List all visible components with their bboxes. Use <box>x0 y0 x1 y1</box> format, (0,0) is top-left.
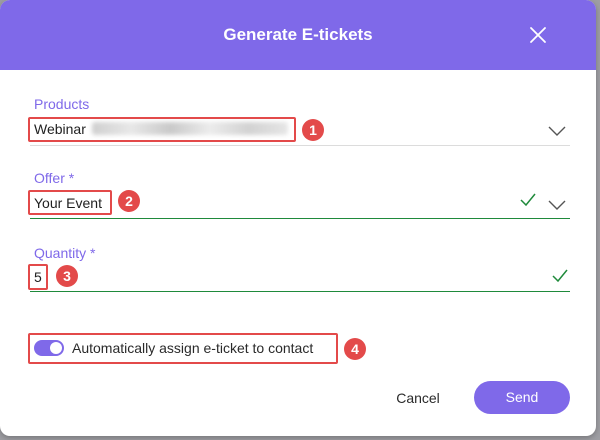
cancel-button[interactable]: Cancel <box>380 382 456 414</box>
highlight-box-1 <box>28 117 296 142</box>
dialog-header: Generate E-tickets <box>0 0 596 70</box>
offer-label: Offer * <box>34 170 75 186</box>
send-button[interactable]: Send <box>474 381 570 414</box>
annotation-badge-4: 4 <box>344 338 366 360</box>
generate-etickets-dialog: Generate E-tickets Products Webinar 1 Of… <box>0 0 596 436</box>
highlight-box-2 <box>28 190 112 215</box>
annotation-badge-1: 1 <box>302 119 324 141</box>
check-icon <box>520 193 536 207</box>
highlight-box-3 <box>28 264 48 290</box>
dialog-title: Generate E-tickets <box>223 25 373 44</box>
products-underline <box>30 145 570 146</box>
check-icon <box>552 269 568 283</box>
close-icon[interactable] <box>528 25 548 45</box>
chevron-down-icon[interactable] <box>548 200 566 210</box>
chevron-down-icon[interactable] <box>548 126 566 136</box>
quantity-label: Quantity * <box>34 245 96 261</box>
annotation-badge-3: 3 <box>56 265 78 287</box>
highlight-box-4 <box>28 333 338 364</box>
products-label: Products <box>34 96 90 112</box>
annotation-badge-2: 2 <box>118 190 140 212</box>
offer-underline <box>30 218 570 219</box>
quantity-underline <box>30 291 570 292</box>
